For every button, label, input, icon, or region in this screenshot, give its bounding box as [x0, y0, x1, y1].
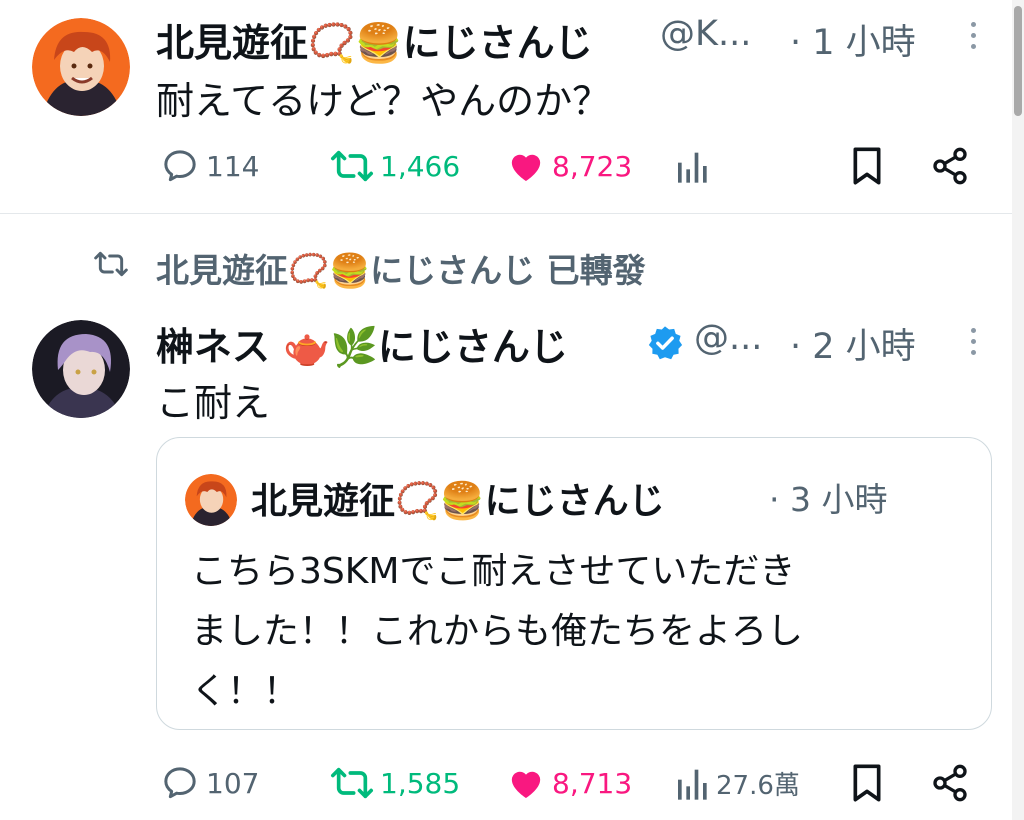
- verified-badge-icon: [646, 324, 684, 366]
- retweet-arrows-icon: [331, 150, 373, 182]
- tweet-text: こ耐え: [156, 381, 271, 425]
- bar-chart-icon: [678, 769, 707, 800]
- retweet-count: 1,466: [380, 149, 461, 183]
- share-icon: [933, 764, 967, 802]
- author-handle[interactable]: @...: [694, 318, 762, 358]
- bar-chart-icon: [678, 152, 707, 183]
- author-name[interactable]: 榊ネス 🫖🌿にじさんじ: [156, 316, 568, 371]
- quoted-tweet-card[interactable]: 北見遊征📿🍔にじさんじ · 3 小時 こちら3SKMでこ耐えさせていただき まし…: [156, 437, 992, 730]
- tweet-text: 耐えてるけど？やんのか？: [156, 79, 611, 123]
- retweet-button[interactable]: 1,585: [330, 763, 460, 803]
- share-button[interactable]: [930, 763, 970, 803]
- more-options-icon[interactable]: [970, 328, 978, 361]
- avatar[interactable]: [32, 320, 130, 418]
- retweet-button[interactable]: 1,466: [330, 146, 460, 186]
- retweet-indicator: [92, 248, 130, 284]
- like-count: 8,713: [552, 766, 633, 800]
- retweet-arrows-icon: [94, 251, 128, 277]
- views-button[interactable]: 27.6萬: [676, 763, 800, 803]
- reply-button[interactable]: 114: [160, 146, 259, 186]
- scrollbar[interactable]: [1012, 0, 1024, 820]
- reply-count: 114: [206, 149, 260, 183]
- quoted-post-time[interactable]: · 3 小時: [769, 473, 887, 521]
- tweet-divider: [0, 213, 1012, 214]
- reply-button[interactable]: 107: [160, 763, 259, 803]
- views-button[interactable]: [676, 146, 710, 186]
- quoted-author-name[interactable]: 北見遊征📿🍔にじさんじ: [251, 472, 665, 524]
- reply-count: 107: [206, 766, 260, 800]
- views-count: 27.6萬: [716, 770, 800, 801]
- like-count: 8,723: [552, 149, 633, 183]
- retweet-banner-text[interactable]: 北見遊征📿🍔にじさんじ 已轉發: [156, 244, 646, 292]
- like-button[interactable]: 8,723: [506, 146, 632, 186]
- heart-icon: [511, 154, 541, 181]
- bookmark-icon: [853, 764, 881, 802]
- more-options-icon[interactable]: [970, 22, 978, 55]
- share-icon: [933, 147, 967, 185]
- quoted-text-line: く！！: [191, 671, 300, 712]
- author-handle[interactable]: @K...: [660, 14, 751, 54]
- retweet-arrows-icon: [331, 767, 373, 799]
- reply-bubble-icon: [164, 767, 196, 799]
- post-time[interactable]: · 1 小時: [790, 14, 916, 65]
- quoted-text-line: こちら3SKMでこ耐えさせていただき: [191, 551, 796, 592]
- reply-bubble-icon: [164, 150, 196, 182]
- bookmark-button[interactable]: [850, 763, 884, 803]
- heart-icon: [511, 771, 541, 798]
- share-button[interactable]: [930, 146, 970, 186]
- bookmark-icon: [853, 147, 881, 185]
- scrollbar-thumb[interactable]: [1014, 6, 1022, 116]
- avatar[interactable]: [32, 18, 130, 116]
- quoted-text-line: ました！！これからも俺たちをよろし: [191, 611, 804, 652]
- retweet-count: 1,585: [380, 766, 461, 800]
- like-button[interactable]: 8,713: [506, 763, 632, 803]
- post-time[interactable]: · 2 小時: [790, 318, 916, 369]
- author-name[interactable]: 北見遊征📿🍔にじさんじ: [156, 12, 593, 67]
- bookmark-button[interactable]: [850, 146, 884, 186]
- avatar: [185, 474, 237, 526]
